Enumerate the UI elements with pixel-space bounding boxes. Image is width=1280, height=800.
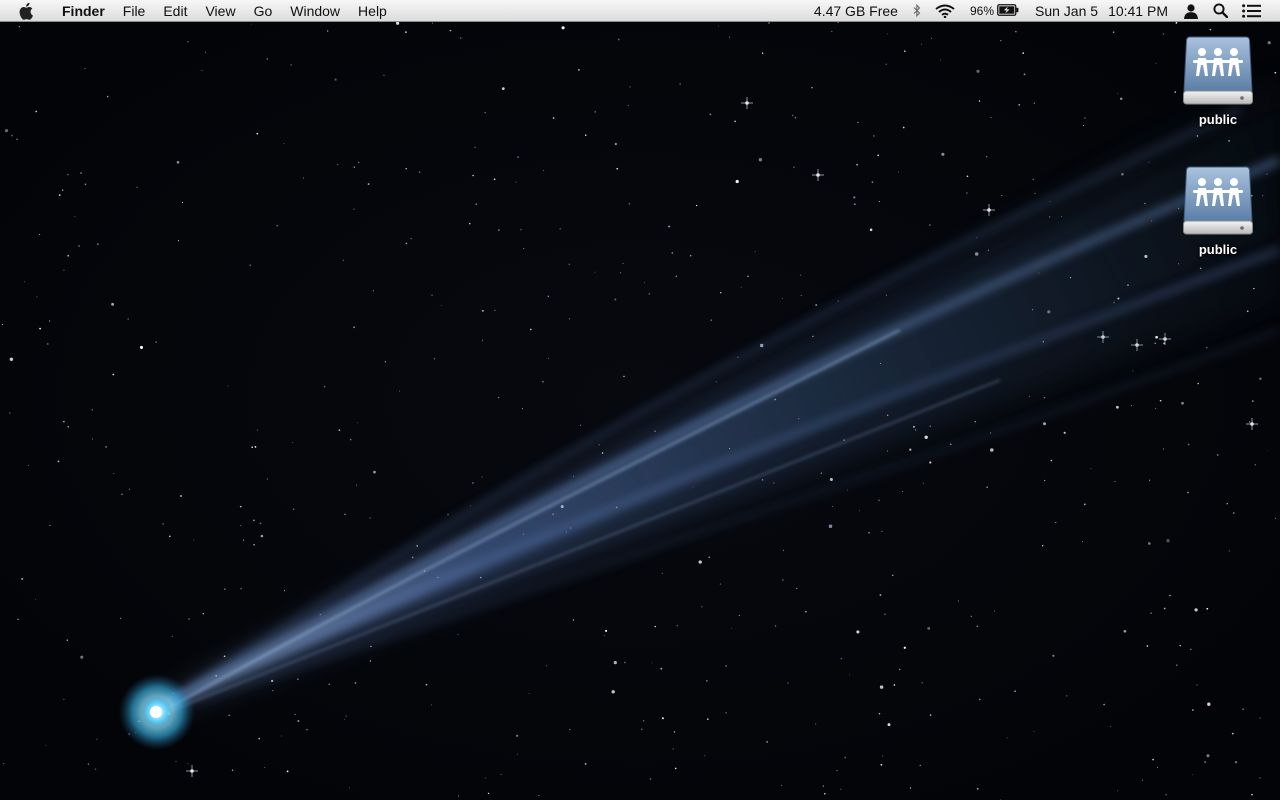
user-icon[interactable] [1176,0,1206,22]
menu-bar: Finder File Edit View Go Window Help 4.4… [0,0,1280,22]
wifi-icon[interactable] [928,0,962,22]
menu-edit[interactable]: Edit [154,0,196,22]
disk-free-status[interactable]: 4.47 GB Free [806,0,906,22]
shared-drive-icon [1183,166,1253,235]
search-icon[interactable] [1206,0,1235,22]
battery-charging-icon [997,3,1019,19]
menu-bar-left: Finder File Edit View Go Window Help [0,0,396,22]
desktop-icon-label: public [1198,242,1238,257]
desktop-wallpaper [0,0,1280,800]
menu-go[interactable]: Go [245,0,282,22]
menu-app-finder[interactable]: Finder [53,0,114,22]
desktop-icon-label: public [1198,112,1238,127]
apple-icon[interactable] [18,1,36,21]
desktop-icon-public-2[interactable]: public [1173,163,1263,257]
menu-view[interactable]: View [196,0,244,22]
menu-help[interactable]: Help [349,0,396,22]
shared-drive-icon [1183,36,1253,105]
desktop[interactable]: Finder File Edit View Go Window Help 4.4… [0,0,1280,800]
battery-percent: 96% [969,3,994,18]
clock-date[interactable]: Sun Jan 5 [1027,0,1106,22]
desktop-icon-public-1[interactable]: public [1173,33,1263,127]
menu-file[interactable]: File [114,0,155,22]
clock-time[interactable]: 10:41 PM [1106,0,1176,22]
menu-bar-right: 4.47 GB Free 96% Sun Jan 5 10:41 PM [806,0,1280,22]
menu-window[interactable]: Window [281,0,349,22]
notification-center-icon[interactable] [1235,0,1268,22]
bluetooth-icon[interactable] [906,0,928,22]
battery-status[interactable]: 96% [962,0,1027,22]
